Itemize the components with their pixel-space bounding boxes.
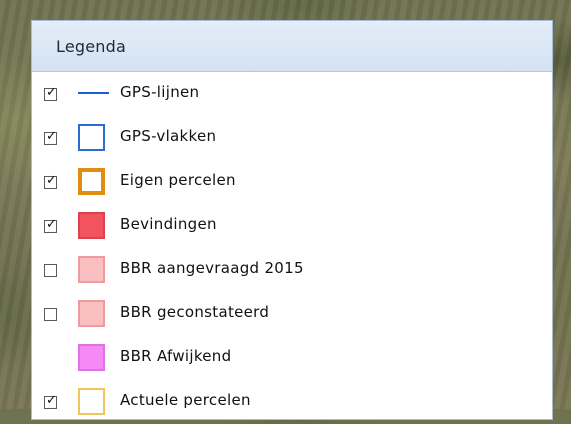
legend-item-label: GPS-vlakken xyxy=(120,127,217,145)
legend-item-gps-vlakken: ✓ GPS-vlakken xyxy=(32,116,552,160)
legend-item-label: GPS-lijnen xyxy=(120,83,200,101)
legend-item-label: BBR aangevraagd 2015 xyxy=(120,259,304,277)
legend-title: Legenda xyxy=(56,36,126,56)
polygon-symbol-icon xyxy=(78,256,105,283)
layer-checkbox[interactable]: ✓ xyxy=(44,85,57,101)
check-icon: ✓ xyxy=(46,85,57,100)
layer-checkbox[interactable] xyxy=(44,264,57,277)
polygon-symbol-icon xyxy=(78,124,105,151)
line-symbol-icon xyxy=(78,92,109,94)
legend-item-bevindingen: ✓ Bevindingen xyxy=(32,204,552,248)
layer-checkbox[interactable]: ✓ xyxy=(44,129,57,145)
layer-checkbox[interactable] xyxy=(44,308,57,321)
polygon-symbol-icon xyxy=(78,388,105,415)
legend-item-label: Actuele percelen xyxy=(120,391,251,409)
polygon-symbol-icon xyxy=(78,344,105,371)
legend-item-bbr-geconstateerd: BBR geconstateerd xyxy=(32,292,552,336)
legend-item-eigen-percelen: ✓ Eigen percelen xyxy=(32,160,552,204)
polygon-symbol-icon xyxy=(78,212,105,239)
legend-item-label: BBR Afwijkend xyxy=(120,347,232,365)
polygon-symbol-icon xyxy=(78,168,105,195)
legend-item-label: Eigen percelen xyxy=(120,171,236,189)
check-icon: ✓ xyxy=(46,173,57,188)
legend-list: ✓ GPS-lijnen ✓ GPS-vlakken ✓ Eigen perce… xyxy=(32,72,552,424)
polygon-symbol-icon xyxy=(78,300,105,327)
check-icon: ✓ xyxy=(46,393,57,408)
legend-header: Legenda xyxy=(32,21,552,72)
legend-item-label: BBR geconstateerd xyxy=(120,303,270,321)
layer-checkbox[interactable]: ✓ xyxy=(44,393,57,409)
legend-item-label: Bevindingen xyxy=(120,215,217,233)
legend-item-actuele-percelen: ✓ Actuele percelen xyxy=(32,380,552,424)
legend-item-bbr-aangevraagd: BBR aangevraagd 2015 xyxy=(32,248,552,292)
check-icon: ✓ xyxy=(46,129,57,144)
legend-item-gps-lijnen: ✓ GPS-lijnen xyxy=(32,72,552,116)
layer-checkbox[interactable]: ✓ xyxy=(44,217,57,233)
legend-item-bbr-afwijkend: BBR Afwijkend xyxy=(32,336,552,380)
layer-checkbox[interactable]: ✓ xyxy=(44,173,57,189)
legend-panel: Legenda ✓ GPS-lijnen ✓ GPS-vlakken ✓ Eig… xyxy=(31,20,553,420)
check-icon: ✓ xyxy=(46,217,57,232)
